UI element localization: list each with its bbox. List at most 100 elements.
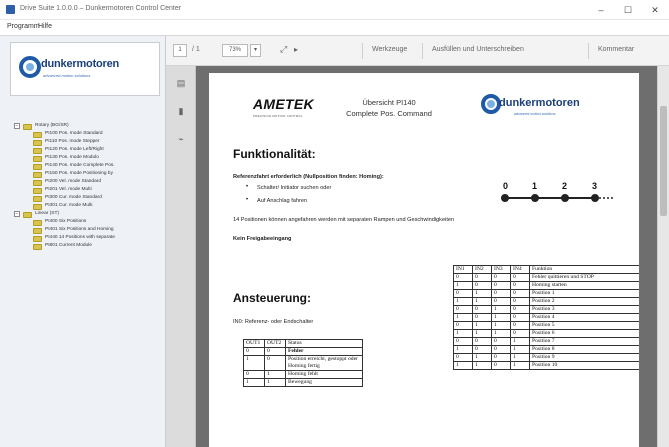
toolbar-divider (422, 43, 423, 59)
tree-item[interactable]: PI801 Current Module (14, 242, 164, 250)
table-cell: 0 (472, 313, 492, 322)
title-bar: Drive Suite 1.0.0.0 – Dunkermotoren Cont… (0, 0, 669, 20)
table-cell: 0 (491, 297, 511, 306)
document-header: Übersicht PI140 Complete Pos. Command (329, 97, 449, 119)
pdf-page: AMETEK PRECISION MOTION CONTROL Übersich… (209, 73, 639, 447)
table-cell: 0 (472, 345, 492, 354)
tools-button[interactable]: Werkzeuge (372, 46, 407, 53)
table-cell: 1 (472, 289, 492, 298)
table-cell: 1 (472, 329, 492, 338)
table-cell: Position 7 (529, 337, 639, 346)
maximize-button[interactable]: ☐ (620, 3, 636, 17)
table-row: 1 0 0 0 Homing starten (453, 281, 639, 290)
fill-sign-button[interactable]: Ausfüllen und Unterschreiben (432, 46, 524, 53)
table-cell: 0 (453, 321, 473, 330)
table-cell: 1 (453, 313, 473, 322)
header-line-1: Übersicht PI140 (362, 98, 416, 107)
folder-icon (33, 235, 42, 242)
close-button[interactable]: ✕ (647, 3, 663, 17)
tree-item[interactable]: PI100 Pos. mode Standard (14, 130, 164, 138)
zoom-field[interactable]: 73% (222, 44, 248, 57)
tree-item[interactable]: PI201 Vel. mode Multi (14, 186, 164, 194)
tree-item[interactable]: PI300 Cur. mode Standard (14, 194, 164, 202)
page-thumbnail-icon[interactable]: ▤ (176, 78, 186, 88)
table-row: 1 1 1 0 Position 6 (453, 329, 639, 338)
tree-item[interactable]: PI401 Six Positions and Homing (14, 226, 164, 234)
table-cell: OUT2 (264, 339, 286, 348)
page-number-field[interactable]: 1 (173, 44, 187, 57)
dk-logo-tagline: advanced motion solutions (514, 112, 556, 116)
folder-icon (33, 203, 42, 210)
menu-hilfe[interactable]: Hilfe (38, 23, 52, 30)
tree-item[interactable]: PI120 Pos. mode Left/Right (14, 146, 164, 154)
table-cell: 0 (510, 313, 530, 322)
table-cell: IN1 (453, 265, 473, 274)
tree-item[interactable]: − Rotary (BG/SR) (14, 122, 164, 130)
folder-icon (33, 219, 42, 226)
table-cell: 0 (472, 281, 492, 290)
table-row: 1 1 0 1 Position 10 (453, 361, 639, 370)
tree-item-label: PI801 Current Module (45, 243, 92, 248)
collapse-icon[interactable]: − (14, 211, 20, 217)
tree-item[interactable]: PI110 Pos. mode Stepper (14, 138, 164, 146)
folder-icon (33, 179, 42, 186)
table-row: 0 0 0 0 Fehler quittieren und STOP (453, 273, 639, 282)
bullet-text-1: Schalter/ Initiator suchen oder (257, 185, 332, 191)
menu-programm[interactable]: Programm (7, 23, 40, 30)
vertical-scrollbar[interactable] (657, 66, 669, 447)
folder-icon (33, 131, 42, 138)
axis-label-2: 2 (562, 181, 568, 191)
tree-item-label: PI100 Pos. mode Standard (45, 131, 103, 136)
tree-item[interactable]: PI200 Vel. mode Standard (14, 178, 164, 186)
tree-item[interactable]: PI440 14 Positions with separate (14, 234, 164, 242)
tree-item-label: PI140 Pos. mode Complete Pos. (45, 163, 115, 168)
fit-page-icon[interactable]: ⤢ (280, 44, 287, 55)
tree-item[interactable]: PI140 Pos. mode Complete Pos. (14, 162, 164, 170)
zoom-dropdown-icon[interactable]: ▾ (250, 44, 261, 57)
tree-item[interactable]: PI400 Six Positions (14, 218, 164, 226)
table-cell: Position 9 (529, 353, 639, 362)
table-cell: 1 (472, 353, 492, 362)
table-cell: 0 (491, 337, 511, 346)
table-cell: 1 (491, 313, 511, 322)
table-row: 1 0 Position erreicht, gestoppt oder Homin… (243, 355, 363, 371)
minimize-button[interactable]: – (593, 3, 609, 17)
tree-item-label: PI130 Pos. mode Modulo (45, 155, 99, 160)
axis-label-0: 0 (503, 181, 509, 191)
scrollbar-thumb[interactable] (660, 106, 667, 216)
table-cell: 0 (491, 281, 511, 290)
table-cell: Position 4 (529, 313, 639, 322)
app-icon (6, 5, 15, 14)
tree-item[interactable]: − Linear (ST) (14, 210, 164, 218)
table-cell: IN2 (472, 265, 492, 274)
section-heading-ansteuerung: Ansteuerung: (233, 291, 311, 305)
table-cell: 1 (472, 321, 492, 330)
document-viewer: AMETEK PRECISION MOTION CONTROL Übersich… (196, 66, 657, 447)
table-row: 0 1 Homing fehlt (243, 370, 363, 379)
table-cell: 1 (264, 370, 286, 379)
tree-item-label: PI201 Vel. mode Multi (45, 187, 92, 192)
dk-logo-mark-icon (481, 94, 501, 114)
table-cell: 1 (264, 378, 286, 387)
table-cell: 1 (491, 321, 511, 330)
table-row: 0 0 Fehler (243, 347, 363, 356)
table-cell: Homing fehlt (285, 370, 363, 379)
table-header-row: IN1 IN2 IN3 IN4 Funktion (453, 265, 639, 274)
bullet-icon: • (246, 197, 249, 203)
toolbar-divider (588, 43, 589, 59)
tree-item-label: PI401 Six Positions and Homing (45, 227, 114, 232)
tree-item[interactable]: PI130 Pos. mode Modulo (14, 154, 164, 162)
pdf-toolbar: 1 / 1 73% ▾ ⤢ ▸ Werkzeuge Ausfüllen und … (166, 36, 669, 66)
folder-icon (33, 163, 42, 170)
collapse-icon[interactable]: − (14, 123, 20, 129)
tree-item[interactable]: PI150 Pos. mode Positioning by (14, 170, 164, 178)
table-cell: 0 (243, 347, 265, 356)
tree-item[interactable]: PI301 Cur. mode Multi (14, 202, 164, 210)
comment-button[interactable]: Kommentar (598, 46, 634, 53)
attachment-icon[interactable]: ⌁ (176, 134, 186, 144)
table-cell: Position 1 (529, 289, 639, 298)
more-arrow-icon[interactable]: ▸ (294, 45, 298, 54)
dunkermotoren-logo: dunkermotoren advanced motion solutions (10, 42, 160, 96)
bookmark-icon[interactable]: ▮ (176, 106, 186, 116)
table-cell: Homing starten (529, 281, 639, 290)
